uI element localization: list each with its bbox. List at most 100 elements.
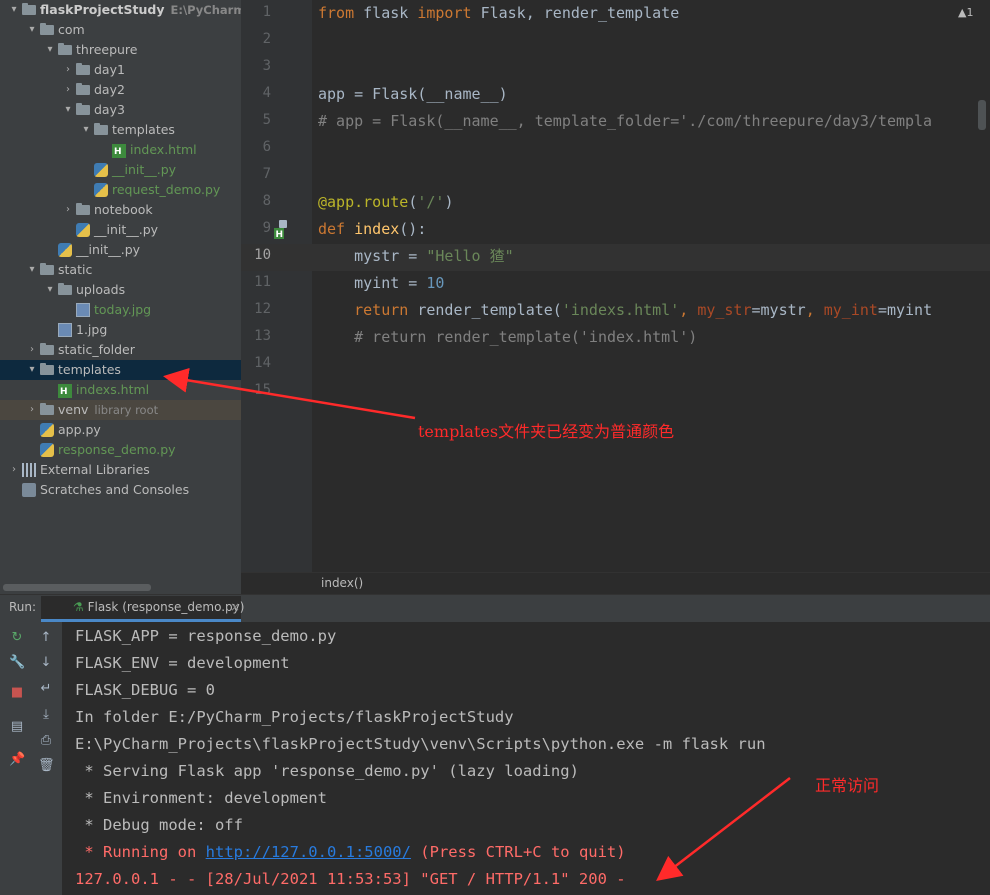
code-line: from flask import Flask, render_template: [318, 4, 680, 22]
html-template-gutter-icon[interactable]: H: [274, 219, 292, 241]
tree-item-label: venv library root: [58, 402, 159, 417]
scroll-to-end-icon[interactable]: ⤓: [38, 707, 54, 723]
soft-wrap-icon[interactable]: ↵: [38, 681, 54, 697]
arrow-up-icon[interactable]: ↑: [38, 630, 54, 646]
line-number: 11: [254, 274, 271, 290]
tree-item[interactable]: 1.jpg: [0, 320, 241, 340]
tree-item[interactable]: indexs.html: [0, 380, 241, 402]
tree-item-label: day2: [94, 82, 125, 97]
chevron-down-icon[interactable]: ▾: [8, 0, 20, 20]
code-line: # return render_template('index.html'): [318, 328, 698, 346]
tree-item[interactable]: response_demo.py: [0, 440, 241, 460]
chevron-right-icon[interactable]: ›: [62, 80, 74, 100]
chevron-right-icon[interactable]: ›: [26, 340, 38, 360]
code-line: @app.route('/'): [318, 193, 454, 211]
tree-item-label: app.py: [58, 422, 101, 437]
chevron-right-icon[interactable]: ›: [62, 200, 74, 220]
close-icon[interactable]: ×: [230, 600, 240, 614]
chevron-down-icon[interactable]: ▾: [26, 20, 38, 40]
img-icon: [76, 303, 90, 317]
warning-count-badge[interactable]: ▲1: [958, 6, 973, 19]
tree-item[interactable]: › notebook: [0, 200, 241, 220]
editor-vertical-scrollbar[interactable]: [978, 100, 986, 130]
code-line: app = Flask(__name__): [318, 85, 508, 103]
line-number: 8: [262, 193, 271, 209]
tree-item[interactable]: ▾ com: [0, 20, 241, 40]
tree-item[interactable]: app.py: [0, 420, 241, 440]
chevron-down-icon[interactable]: ▾: [44, 280, 56, 300]
run-tab-label: ⚗ Flask (response_demo.py): [73, 600, 245, 614]
code-line: # app = Flask(__name__, template_folder=…: [318, 112, 933, 130]
tree-item-label: External Libraries: [40, 462, 150, 477]
tree-item[interactable]: › External Libraries: [0, 460, 241, 480]
project-tool-window: ▾flaskProjectStudyE:\PyCharm_Pr▾com▾thre…: [0, 0, 241, 594]
tree-item-label: threepure: [76, 42, 138, 57]
tree-item-label: __init__.py: [112, 162, 177, 177]
tree-item[interactable]: › venv library root: [0, 400, 241, 420]
console-line: * Debug mode: off: [75, 816, 243, 834]
folder-icon: [76, 103, 90, 115]
pin-icon[interactable]: 📌: [9, 752, 25, 768]
py-icon: [94, 163, 108, 177]
svg-text:H: H: [276, 230, 284, 240]
stop-icon[interactable]: ■: [9, 685, 25, 701]
html-icon: [112, 142, 126, 162]
tree-item[interactable]: request_demo.py: [0, 180, 241, 200]
tree-item-label: flaskProjectStudyE:\PyCharm_Pr: [40, 0, 241, 20]
folder-icon: [94, 123, 108, 135]
chevron-down-icon[interactable]: ▾: [44, 40, 56, 60]
line-number: 3: [262, 58, 271, 74]
tree-item-suffix: library root: [94, 403, 159, 417]
chevron-down-icon[interactable]: ▾: [80, 120, 92, 140]
console-line: FLASK_APP = response_demo.py: [75, 627, 337, 645]
rerun-icon[interactable]: ↻: [9, 630, 25, 646]
tree-item-label: com: [58, 22, 85, 37]
print-icon[interactable]: ⎙: [38, 733, 54, 749]
tree-item[interactable]: › day1: [0, 60, 241, 80]
tree-item-label: 1.jpg: [76, 322, 108, 337]
tree-item[interactable]: Scratches and Consoles: [0, 480, 241, 500]
tree-item[interactable]: index.html: [0, 140, 241, 162]
access-annotation: 正常访问: [815, 776, 880, 795]
line-number: 1: [262, 4, 271, 20]
breadcrumb[interactable]: index(): [321, 576, 363, 590]
chevron-down-icon[interactable]: ▾: [62, 100, 74, 120]
chevron-down-icon[interactable]: ▾: [26, 360, 38, 380]
line-number: 2: [262, 31, 271, 47]
console-line: * Environment: development: [75, 789, 327, 807]
tree-item[interactable]: __init__.py: [0, 160, 241, 180]
tree-item[interactable]: ▾ threepure: [0, 40, 241, 60]
tree-item[interactable]: ▾ templates: [0, 120, 241, 140]
chevron-down-icon[interactable]: ▾: [26, 260, 38, 280]
chevron-right-icon[interactable]: ›: [26, 400, 38, 420]
tree-item[interactable]: ▾ templates: [0, 360, 241, 380]
tree-item[interactable]: __init__.py: [0, 220, 241, 240]
tree-item[interactable]: __init__.py: [0, 240, 241, 260]
tree-item[interactable]: › day2: [0, 80, 241, 100]
tree-item[interactable]: today.jpg: [0, 300, 241, 320]
console-line: * Serving Flask app 'response_demo.py' (…: [75, 762, 579, 780]
line-number: 13: [254, 328, 271, 344]
tree-item-label: day3: [94, 102, 125, 117]
server-url-link[interactable]: http://127.0.0.1:5000/: [206, 843, 411, 861]
tree-item[interactable]: ▾ uploads: [0, 280, 241, 300]
project-horizontal-scrollbar[interactable]: [3, 584, 151, 591]
tree-item[interactable]: ▾ static: [0, 260, 241, 280]
tree-item[interactable]: › static_folder: [0, 340, 241, 360]
tree-item[interactable]: ▾ flaskProjectStudyE:\PyCharm_Pr: [0, 0, 241, 20]
scr-icon: [22, 483, 36, 497]
trash-icon[interactable]: 🗑: [38, 758, 55, 774]
tree-item-label: static: [58, 262, 93, 277]
tree-item[interactable]: ▾ day3: [0, 100, 241, 120]
console-line: 127.0.0.1 - - [28/Jul/2021 11:53:53] "GE…: [75, 870, 626, 888]
chevron-right-icon[interactable]: ›: [62, 60, 74, 80]
arrow-down-icon[interactable]: ↓: [38, 655, 54, 671]
wrench-icon[interactable]: 🔧: [9, 655, 25, 671]
tree-item-label: request_demo.py: [112, 182, 221, 197]
py-icon: [58, 243, 72, 257]
folder-icon: [76, 63, 90, 75]
layout-icon[interactable]: ▤: [9, 719, 25, 735]
line-number: 12: [254, 301, 271, 317]
folder-icon: [76, 203, 90, 215]
chevron-right-icon[interactable]: ›: [8, 460, 20, 480]
